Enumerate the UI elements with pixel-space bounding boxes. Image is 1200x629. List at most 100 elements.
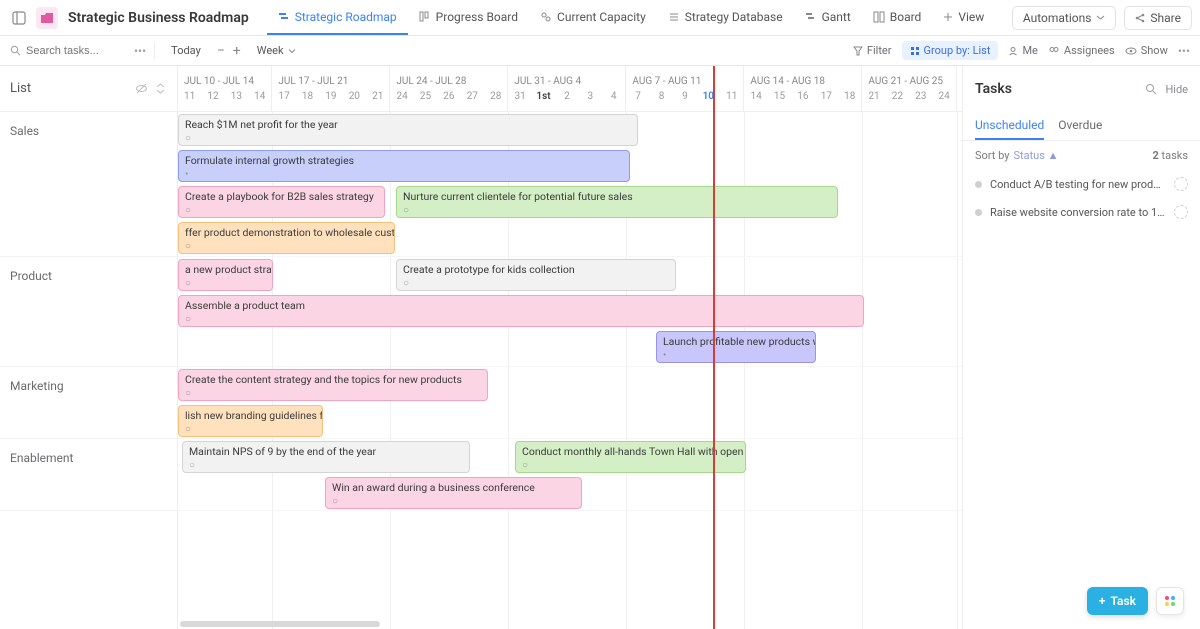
plus-icon: [943, 12, 953, 22]
tasks-panel-title: Tasks: [975, 81, 1137, 97]
task-bar[interactable]: Create the content strategy and the topi…: [178, 369, 488, 401]
task-bar[interactable]: Maintain NPS of 9 by the end of the year…: [182, 441, 470, 473]
horizontal-scrollbar[interactable]: [180, 621, 380, 627]
range-select[interactable]: Week: [249, 41, 304, 60]
task-bar[interactable]: Assemble a product team○: [178, 295, 864, 327]
group-sales[interactable]: Sales: [0, 112, 177, 257]
day-label: 20: [343, 91, 366, 106]
add-view[interactable]: View: [932, 0, 995, 35]
assignee-placeholder-icon[interactable]: [1174, 177, 1188, 191]
task-bar[interactable]: Formulate internal growth strategies•: [178, 150, 630, 182]
view-gantt[interactable]: Gantt: [794, 0, 862, 35]
row-enablement: Maintain NPS of 9 by the end of the year…: [178, 439, 962, 511]
task-bar[interactable]: Conduct monthly all-hands Town Hall with…: [515, 441, 746, 473]
task-bar[interactable]: Launch profitable new products wi...•: [656, 331, 816, 363]
group-enablement[interactable]: Enablement: [0, 439, 177, 511]
day-label: 14: [744, 91, 767, 106]
view-board[interactable]: Board: [862, 0, 933, 35]
week-label: JUL 31 - AUG 4: [508, 72, 625, 91]
timeline[interactable]: JUL 10 - JUL 1411121314JUL 17 - JUL 2117…: [178, 66, 962, 629]
week-label: JUL 17 - JUL 21: [272, 72, 389, 91]
day-label: 7: [626, 91, 649, 106]
hide-link[interactable]: Hide: [1165, 83, 1188, 96]
task-bar[interactable]: Create a prototype for kids collection○: [396, 259, 676, 291]
unscheduled-item[interactable]: Raise website conversion rate to 10%: [963, 198, 1200, 226]
group-marketing[interactable]: Marketing: [0, 367, 177, 439]
automations-button[interactable]: Automations: [1012, 6, 1117, 30]
filter-button[interactable]: Filter: [853, 44, 892, 57]
topbar-right: Automations Share: [1012, 6, 1192, 30]
zoom-out-icon[interactable]: −: [217, 43, 225, 59]
group-product[interactable]: Product: [0, 257, 177, 367]
row-product: a new product strate...○ Create a protot…: [178, 257, 962, 367]
view-strategy-database[interactable]: Strategy Database: [657, 0, 794, 35]
group-by-pill[interactable]: Group by: List: [902, 41, 999, 60]
assignee-placeholder-icon[interactable]: [1174, 205, 1188, 219]
collapse-icon[interactable]: [154, 82, 167, 95]
tab-unscheduled[interactable]: Unscheduled: [975, 112, 1044, 140]
timeline-icon: [278, 11, 290, 23]
week-label: AUG 21 - AUG 25: [862, 72, 955, 91]
day-label: 21: [366, 91, 389, 106]
week-label: AUG 14 - AUG 18: [744, 72, 861, 91]
eye-off-icon[interactable]: [135, 82, 148, 95]
show-button[interactable]: Show: [1125, 44, 1168, 57]
today-button[interactable]: Today: [163, 41, 209, 60]
day-label: 25: [414, 91, 437, 106]
list-header: List: [0, 66, 177, 112]
tasks-sort[interactable]: Sort by Status ▲ 2 tasks: [963, 141, 1200, 170]
task-bar[interactable]: ffer product demonstration to wholesale …: [178, 222, 395, 254]
share-button[interactable]: Share: [1124, 6, 1192, 30]
unscheduled-item[interactable]: Conduct A/B testing for new product p...: [963, 170, 1200, 198]
day-label: 8: [650, 91, 673, 106]
day-label: 3: [579, 91, 602, 106]
search-box[interactable]: [10, 45, 126, 57]
task-bar[interactable]: lish new branding guidelines f...○: [178, 405, 323, 437]
toolbar: ••• Today − + Week Filter Group by: List…: [0, 36, 1200, 66]
sidebar-toggle-icon[interactable]: [8, 7, 30, 29]
floating-buttons: + Task: [1087, 587, 1184, 615]
day-label: 12: [201, 91, 224, 106]
left-column: List Sales Product Marketing Enablement: [0, 66, 178, 629]
task-bar[interactable]: Win an award during a business conferenc…: [325, 477, 582, 509]
more2-icon[interactable]: •••: [1178, 44, 1190, 58]
board-icon: [419, 11, 431, 23]
day-label: 16: [791, 91, 814, 106]
day-label: 13: [225, 91, 248, 106]
new-task-fab[interactable]: + Task: [1087, 587, 1148, 615]
plus-icon: +: [1099, 594, 1106, 608]
status-dot-icon: [975, 209, 982, 216]
view-progress-board[interactable]: Progress Board: [408, 0, 529, 35]
list-icon: [668, 11, 680, 23]
capacity-icon: [540, 11, 552, 23]
view-current-capacity[interactable]: Current Capacity: [529, 0, 657, 35]
day-label: 14: [248, 91, 271, 106]
apps-fab[interactable]: [1156, 587, 1184, 615]
day-label: 17: [272, 91, 295, 106]
view-strategic-roadmap[interactable]: Strategic Roadmap: [267, 0, 408, 35]
day-label: 23: [909, 91, 932, 106]
task-bar[interactable]: Reach $1M net profit for the year○: [178, 114, 638, 146]
week-label: AUG 7 - AUG 11: [626, 72, 743, 91]
day-label: 19: [319, 91, 342, 106]
task-bar[interactable]: Nurture current clientele for potential …: [396, 186, 838, 218]
search-input[interactable]: [26, 45, 126, 57]
day-label: 24: [390, 91, 413, 106]
week-label: JUL 24 - JUL 28: [390, 72, 507, 91]
zoom-in-icon[interactable]: +: [233, 43, 241, 59]
tab-overdue[interactable]: Overdue: [1058, 112, 1102, 140]
task-bar[interactable]: a new product strate...○: [178, 259, 273, 291]
folder-icon: [36, 7, 58, 29]
search-icon[interactable]: [1145, 83, 1157, 95]
assignees-button[interactable]: Assignees: [1048, 44, 1115, 57]
share-icon: [1135, 13, 1145, 23]
page-title: Strategic Business Roadmap: [68, 10, 249, 26]
me-button[interactable]: Me: [1008, 44, 1037, 57]
task-bar[interactable]: Create a playbook for B2B sales strategy…: [178, 186, 385, 218]
day-label: 9: [673, 91, 696, 106]
more-icon[interactable]: •••: [134, 44, 146, 58]
day-label: 24: [932, 91, 955, 106]
row-marketing: Create the content strategy and the topi…: [178, 367, 962, 439]
day-label: 15: [768, 91, 791, 106]
timeline-grid: Reach $1M net profit for the year○ Formu…: [178, 112, 962, 629]
